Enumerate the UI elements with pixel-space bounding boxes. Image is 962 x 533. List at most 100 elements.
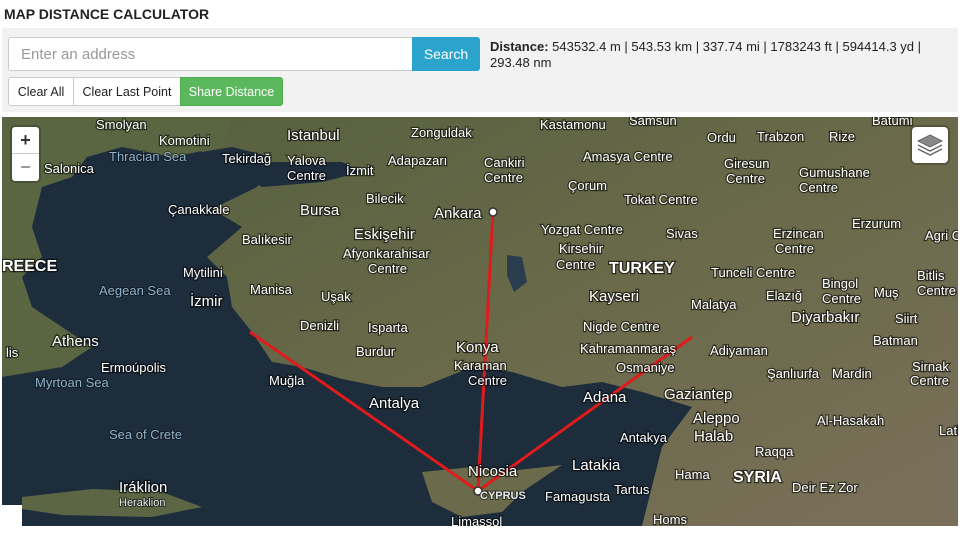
map-label: Kirsehir: [559, 241, 604, 256]
map-label: Centre: [368, 261, 407, 276]
map-label: Centre: [822, 291, 861, 306]
map-label: Giresun: [724, 156, 770, 171]
map-label: Antakya: [620, 430, 668, 445]
map-label: Çorum: [568, 178, 607, 193]
distance-readout: Distance: 543532.4 m | 543.53 km | 337.7…: [490, 39, 938, 71]
map-label: Kayseri: [589, 288, 639, 305]
map-label: Burdur: [356, 344, 396, 359]
map-label: Homs: [653, 512, 687, 526]
map-label: Osmaniye: [616, 360, 675, 375]
map-label: Al-Hasakah: [817, 413, 884, 428]
map-label: Antalya: [369, 395, 420, 412]
map-label: Adana: [583, 389, 627, 406]
map-label: Aleppo: [693, 410, 740, 427]
clear-last-point-button[interactable]: Clear Last Point: [73, 77, 181, 106]
map-label: Centre: [910, 373, 949, 388]
map-label: Kastamonu: [540, 117, 606, 132]
map-label: Karaman: [454, 358, 507, 373]
map-label: Komotini: [159, 133, 210, 148]
map-label: Centre: [468, 373, 507, 388]
map-label: Tekirdağ: [222, 151, 271, 166]
map-label: Muğla: [269, 373, 305, 388]
map-corner-tab: [0, 505, 22, 529]
map-label: Batman: [873, 333, 918, 348]
map-label: Thracian Sea: [109, 149, 187, 164]
map-label: Iráklion: [119, 479, 167, 496]
map-label: Batumi: [872, 117, 913, 128]
map-label: Zonguldak: [411, 125, 472, 140]
map-label: Centre: [917, 283, 956, 298]
map-label: Smolyan: [96, 117, 147, 132]
map-label: Latakia: [572, 457, 621, 474]
map-label: İzmit: [346, 163, 374, 178]
map-label: Tunceli Centre: [711, 265, 795, 280]
map-label: Denizli: [300, 318, 339, 333]
map-label: Elazığ: [766, 288, 802, 303]
map-label: Ermoúpolis: [101, 360, 167, 375]
map-label: Hama: [675, 467, 710, 482]
map-label: Bitlis: [917, 268, 945, 283]
map-label: Adiyaman: [710, 343, 768, 358]
map-label: Centre: [726, 171, 765, 186]
map-label: Ordu: [707, 130, 736, 145]
map-label: Mardin: [832, 366, 872, 381]
map-labels: Smolyan Komotini Zonguldak Kastamonu Sam…: [2, 117, 958, 526]
map-label: Lati: [939, 423, 958, 438]
search-button[interactable]: Search: [412, 37, 480, 71]
map-label: Cankiri: [484, 155, 525, 170]
map-label: Ankara: [434, 205, 482, 222]
map-label: Athens: [52, 333, 99, 350]
map-label: Deir Ez Zor: [792, 480, 858, 495]
map-label: Limassol: [451, 514, 502, 526]
clear-all-button[interactable]: Clear All: [8, 77, 74, 106]
distance-label: Distance:: [490, 39, 549, 54]
satellite-map[interactable]: Smolyan Komotini Zonguldak Kastamonu Sam…: [2, 117, 958, 526]
map-label: Çanakkale: [168, 202, 229, 217]
map-label: Erzincan: [773, 226, 824, 241]
map-label: Trabzon: [757, 129, 804, 144]
map-label: Erzurum: [852, 216, 901, 231]
map-label: Bingol: [822, 276, 858, 291]
map-label: Amasya Centre: [583, 149, 673, 164]
layers-control-button[interactable]: [912, 127, 948, 163]
map-label: CYPRUS: [480, 490, 526, 502]
map-label: Eskişehir: [354, 226, 415, 243]
page-title: MAP DISTANCE CALCULATOR: [4, 6, 210, 22]
map-label: Isparta: [368, 320, 409, 335]
map-label: Gaziantep: [664, 386, 732, 403]
map-label: Heraklion: [119, 497, 165, 509]
address-search-input[interactable]: [8, 37, 412, 71]
map-label: Sirnak: [912, 359, 949, 374]
map-label: Famagusta: [545, 489, 611, 504]
map-label: Centre: [556, 257, 595, 272]
map-label: Yalova: [287, 153, 327, 168]
map-label: Muş: [874, 285, 899, 300]
distance-value: 543532.4 m | 543.53 km | 337.74 mi | 178…: [490, 39, 922, 70]
map-label: Gumushane: [799, 165, 870, 180]
map-label: Rize: [829, 129, 855, 144]
map-label: Salonica: [44, 161, 95, 176]
map-label: Myrtoan Sea: [35, 375, 109, 390]
map-label: Centre: [484, 170, 523, 185]
map-label: Nicosia: [468, 463, 518, 480]
map-label: Adapazarı: [388, 153, 447, 168]
map-label: İzmir: [190, 292, 223, 310]
map-label: Şanlıurfa: [767, 366, 820, 381]
zoom-control: + −: [12, 127, 39, 181]
map-label: Agri Ce: [925, 228, 958, 243]
share-distance-button[interactable]: Share Distance: [180, 77, 283, 106]
map-label: Centre: [775, 241, 814, 256]
map-label: Nigde Centre: [583, 319, 660, 334]
map-label: REECE: [2, 258, 57, 275]
map-label: Malatya: [691, 297, 737, 312]
map-label: Konya: [456, 339, 499, 356]
map-label: Uşak: [321, 289, 351, 304]
layers-icon: [916, 134, 944, 156]
map-label: Diyarbakır: [791, 309, 859, 326]
map-label: Sea of Crete: [109, 427, 182, 442]
map-label: Yozgat Centre: [541, 222, 623, 237]
zoom-out-button[interactable]: −: [12, 154, 39, 180]
zoom-in-button[interactable]: +: [12, 127, 39, 154]
map-label: Raqqa: [755, 444, 794, 459]
map-label: Balıkesir: [242, 232, 293, 247]
